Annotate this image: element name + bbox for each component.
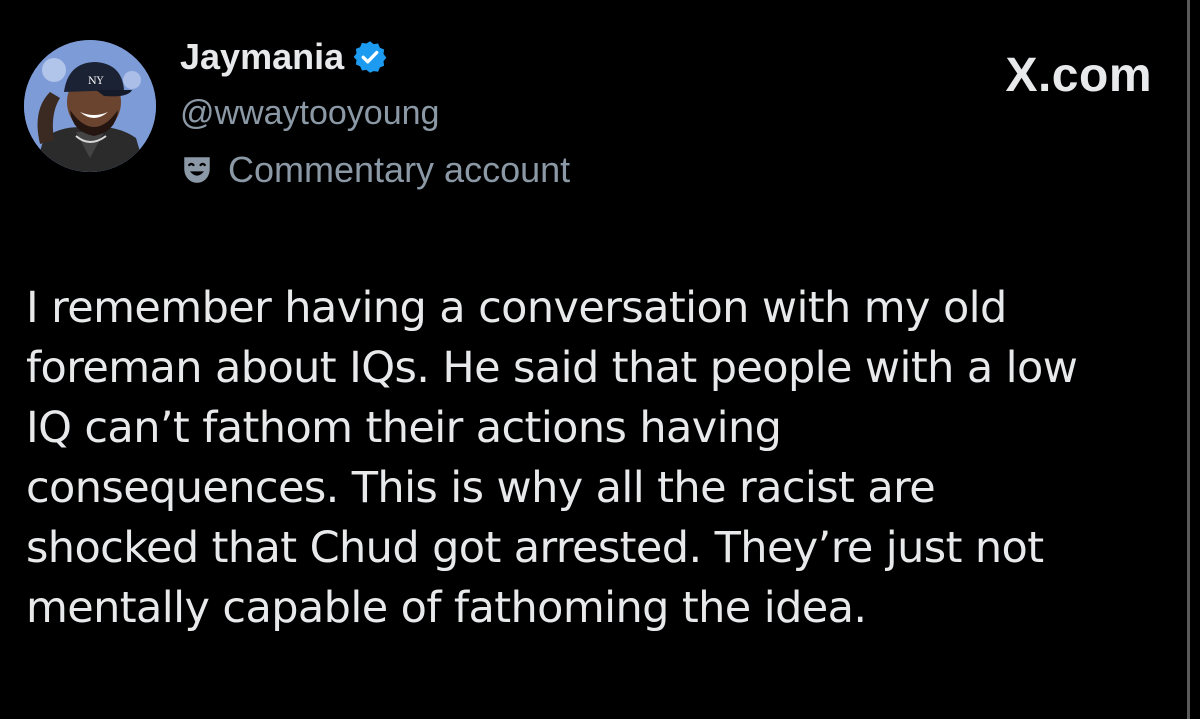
theater-mask-icon: [180, 153, 214, 187]
account-type-row: Commentary account: [180, 148, 570, 192]
tweet-body: I remember having a conversation with my…: [26, 278, 1156, 638]
cartoon-avatar-icon: NY: [24, 40, 156, 172]
author-display-name[interactable]: Jaymania: [180, 36, 344, 78]
svg-text:NY: NY: [88, 76, 104, 87]
tweet-text-line: mentally capable of fathoming the idea.: [26, 583, 867, 633]
author-handle[interactable]: @wwaytooyoung: [180, 92, 439, 134]
x-com-source-label: X.com: [1005, 49, 1152, 102]
screenshot-edge-divider: [1187, 0, 1190, 719]
avatar[interactable]: NY: [24, 40, 156, 172]
tweet-text-line: shocked that Chud got arrested. They’re …: [26, 523, 1044, 573]
tweet-text-line: consequences. This is why all the racist…: [26, 463, 936, 513]
tweet-text-line: IQ can’t fathom their actions having: [26, 403, 782, 453]
tweet-text-line: I remember having a conversation with my…: [26, 283, 1007, 333]
author-name-row: Jaymania: [180, 36, 388, 78]
verified-badge-icon: [352, 39, 388, 75]
tweet-text-line: foreman about IQs. He said that people w…: [26, 343, 1078, 393]
account-type-label: Commentary account: [228, 149, 571, 190]
